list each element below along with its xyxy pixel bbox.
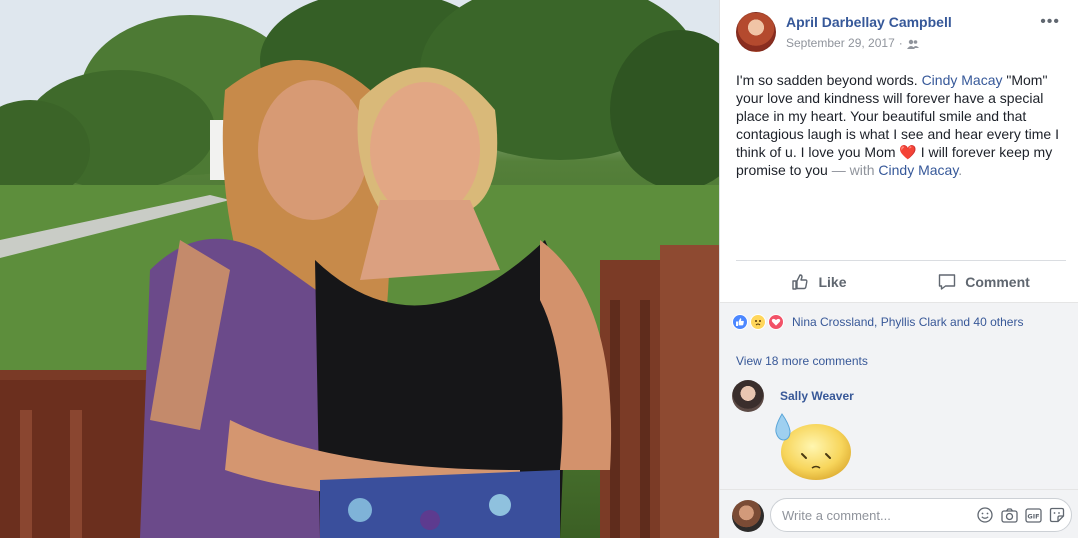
post-actions: Like Comment <box>736 260 1066 302</box>
crying-face-sticker-icon <box>775 413 851 480</box>
comment-icon <box>939 273 956 290</box>
comment-composer: GIF <box>720 489 1078 538</box>
comment-item: Sally Weaver <box>732 380 1066 484</box>
photo-illustration <box>0 0 719 538</box>
commenter-avatar[interactable] <box>732 380 764 412</box>
gif-icon[interactable]: GIF <box>1024 506 1042 524</box>
with-person-link[interactable]: Cindy Macay <box>878 162 958 178</box>
like-icon <box>792 273 809 290</box>
camera-icon[interactable] <box>1000 506 1018 524</box>
post-photo[interactable] <box>0 0 719 538</box>
friends-icon[interactable] <box>906 38 919 49</box>
post-end-period: . <box>958 162 963 178</box>
post-text: I'm so sadden beyond words. Cindy Macay … <box>736 71 1066 179</box>
more-options-button[interactable]: ••• <box>1040 14 1060 30</box>
meta-separator: · <box>898 36 903 50</box>
sticker-icon[interactable] <box>1048 506 1066 524</box>
heart-emoji: ❤️ <box>899 144 917 160</box>
post-side-panel: April Darbellay Campbell September 29, 2… <box>719 0 1078 538</box>
post-meta: September 29, 2017 · <box>786 36 919 50</box>
commenter-name[interactable]: Sally Weaver <box>780 389 854 403</box>
comment-label: Comment <box>965 273 1030 290</box>
svg-text:GIF: GIF <box>1027 512 1039 520</box>
with-label: — with <box>831 162 879 178</box>
love-reaction-icon[interactable] <box>768 313 784 330</box>
current-user-avatar[interactable] <box>732 500 764 532</box>
reaction-summary[interactable]: Nina Crossland, Phyllis Clark and 40 oth… <box>792 315 1023 329</box>
comment-button[interactable]: Comment <box>901 261 1066 302</box>
like-button[interactable]: Like <box>736 261 901 302</box>
view-more-comments-link[interactable]: View 18 more comments <box>736 354 868 368</box>
sad-reaction-icon[interactable] <box>750 313 766 330</box>
author-name[interactable]: April Darbellay Campbell <box>786 14 952 30</box>
emoji-icon[interactable] <box>976 506 994 524</box>
composer-icons: GIF <box>976 503 1066 527</box>
post-header: April Darbellay Campbell September 29, 2… <box>736 12 1066 56</box>
like-label: Like <box>818 273 847 290</box>
post-text-start: I'm so sadden beyond words. <box>736 72 922 88</box>
post-date[interactable]: September 29, 2017 <box>786 36 895 50</box>
comments-area: View 18 more comments Sally Weaver Write… <box>720 340 1078 538</box>
author-avatar[interactable] <box>736 12 776 52</box>
like-reaction-icon[interactable] <box>732 313 748 330</box>
tagged-person-link[interactable]: Cindy Macay <box>922 72 1003 88</box>
reactions-bar: Nina Crossland, Phyllis Clark and 40 oth… <box>720 302 1078 340</box>
